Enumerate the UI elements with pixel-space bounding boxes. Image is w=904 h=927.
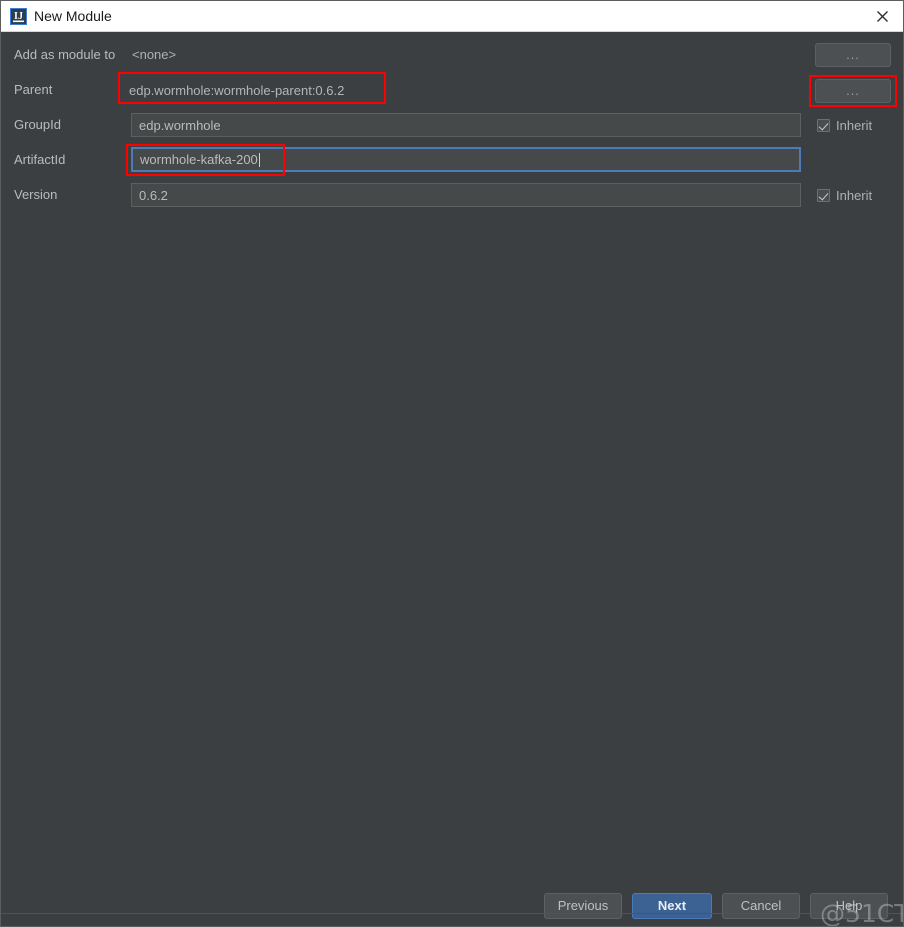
browse-module-button[interactable]: ... xyxy=(815,43,891,67)
version-value: 0.6.2 xyxy=(139,187,168,203)
svg-text:IJ: IJ xyxy=(14,11,23,22)
group-id-label: GroupId xyxy=(14,117,61,132)
browse-parent-button[interactable]: ... xyxy=(815,79,891,103)
version-inherit-label: Inherit xyxy=(836,188,873,203)
version-label: Version xyxy=(14,187,58,202)
new-module-dialog: IJ New Module Add as module to <none> ..… xyxy=(0,0,904,927)
artifact-id-value: wormhole-kafka-200 xyxy=(140,152,258,167)
group-id-value: edp.wormhole xyxy=(139,117,221,133)
footer-divider xyxy=(1,913,903,914)
add-as-module-to-value[interactable]: <none> xyxy=(132,46,176,63)
title-bar: IJ New Module xyxy=(1,1,903,32)
close-icon[interactable] xyxy=(859,1,903,31)
checkbox-checked-icon xyxy=(817,189,830,202)
previous-button[interactable]: Previous xyxy=(544,893,622,919)
checkbox-checked-icon xyxy=(817,119,830,132)
parent-label: Parent xyxy=(14,82,53,97)
version-input[interactable]: 0.6.2 xyxy=(131,183,801,207)
artifact-id-input[interactable]: wormhole-kafka-200 xyxy=(131,147,801,172)
intellij-idea-icon: IJ xyxy=(10,8,27,25)
cancel-button[interactable]: Cancel xyxy=(722,893,800,919)
window-title: New Module xyxy=(34,8,112,24)
next-button[interactable]: Next xyxy=(632,893,712,919)
group-id-inherit-label: Inherit xyxy=(836,118,873,133)
parent-value[interactable]: edp.wormhole:wormhole-parent:0.6.2 xyxy=(129,82,344,99)
help-button[interactable]: Help xyxy=(810,893,888,919)
version-inherit-checkbox[interactable]: Inherit xyxy=(817,188,872,203)
text-caret xyxy=(258,152,260,167)
group-id-inherit-checkbox[interactable]: Inherit xyxy=(817,118,872,133)
artifact-id-label: ArtifactId xyxy=(14,152,66,167)
add-as-module-to-label: Add as module to xyxy=(14,47,116,62)
group-id-input[interactable]: edp.wormhole xyxy=(131,113,801,137)
